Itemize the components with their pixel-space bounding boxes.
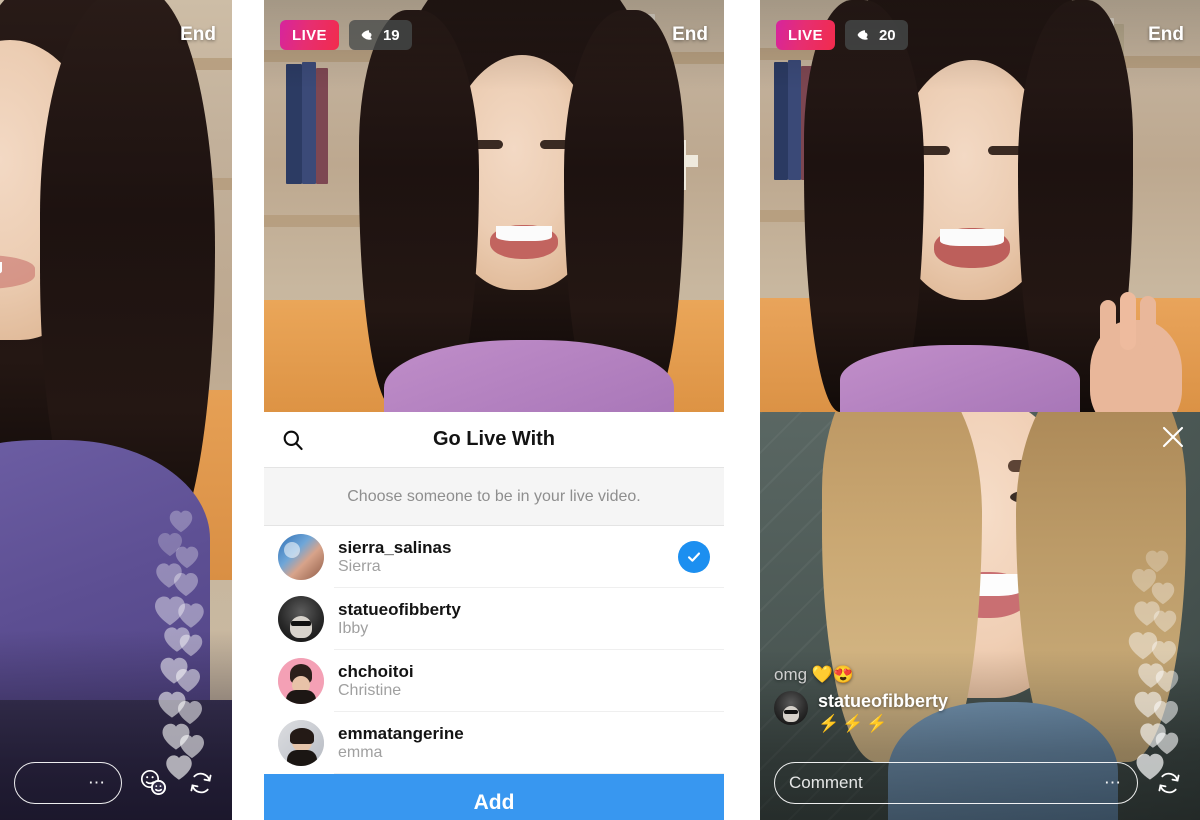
viewer-count: 20: [878, 26, 896, 44]
end-live-button[interactable]: End: [672, 24, 708, 46]
go-live-with-sheet: Go Live With Choose someone to be in you…: [264, 412, 724, 820]
user-text: sierra_salinas Sierra: [338, 538, 451, 577]
viewer-count: 19: [382, 26, 400, 44]
switch-camera-icon[interactable]: [1152, 766, 1186, 800]
composer-right: Comment ⋯: [760, 762, 1200, 820]
eye-icon: [857, 27, 873, 43]
live-panel-right: LIVE 20 End omg �: [760, 0, 1200, 820]
topbar-center: LIVE 19 End: [264, 0, 724, 70]
user-text: emmatangerine emma: [338, 724, 464, 763]
sheet-title: Go Live With: [432, 428, 556, 450]
ellipsis-icon[interactable]: ⋯: [1104, 773, 1123, 793]
viewer-count-pill: 20: [844, 20, 908, 50]
fullname: emma: [338, 743, 383, 761]
live-badge: LIVE: [776, 20, 835, 50]
live-panel-left: End ⋯: [0, 0, 232, 820]
composer-left: ⋯: [0, 762, 232, 820]
user-text: chchoitoi Christine: [338, 662, 414, 701]
guest-user-text: statueofibberty ⚡⚡⚡: [818, 691, 948, 734]
subject-shirt: [840, 345, 1080, 412]
subject-teeth: [940, 229, 1004, 246]
avatar-christine: [278, 658, 324, 704]
finger: [1120, 292, 1136, 350]
guest-user-row: statueofibberty ⚡⚡⚡: [774, 691, 948, 734]
username: statueofibberty: [338, 599, 461, 619]
comment-placeholder: Comment: [789, 773, 863, 792]
comment-text: omg: [774, 665, 808, 684]
avatar-emma: [278, 720, 324, 766]
finger: [1140, 296, 1156, 350]
avatar-ibby: [278, 596, 324, 642]
guest-caption-block: omg 💛😍 statueofibberty ⚡⚡⚡: [774, 665, 948, 734]
switch-camera-icon[interactable]: [184, 766, 218, 800]
user-text: statueofibberty Ibby: [338, 600, 461, 639]
list-item[interactable]: chchoitoi Christine: [264, 650, 724, 712]
fullname: Ibby: [338, 619, 369, 637]
topbar-left: End: [0, 0, 232, 70]
viewer-count-pill: 19: [348, 20, 412, 50]
list-item[interactable]: emmatangerine emma: [264, 712, 724, 774]
username: emmatangerine: [338, 723, 464, 743]
avatar-ibby[interactable]: [774, 691, 808, 725]
live-panel-center: LIVE 19 End Go Live With Choose someone …: [264, 0, 724, 820]
end-live-button[interactable]: End: [1148, 24, 1184, 46]
screenshot-root: End ⋯ LIVE 19 End Go Live With Choose so…: [0, 0, 1200, 820]
sheet-subtitle: Choose someone to be in your live video.: [264, 468, 724, 526]
guest-username: statueofibberty: [818, 691, 949, 711]
list-item[interactable]: sierra_salinas Sierra: [264, 526, 724, 588]
check-icon[interactable]: [678, 541, 710, 573]
finger: [1100, 300, 1116, 350]
close-icon[interactable]: [1160, 424, 1186, 450]
fullname: Christine: [338, 681, 402, 699]
add-button[interactable]: Add: [264, 774, 724, 820]
avatar-sierra: [278, 534, 324, 580]
search-icon[interactable]: [282, 429, 304, 451]
suggested-user-list: sierra_salinas Sierra statueofibberty Ib…: [264, 526, 724, 774]
fullname: Sierra: [338, 557, 381, 575]
sheet-header: Go Live With: [264, 412, 724, 468]
broadcaster-video-left: [0, 0, 232, 820]
username: sierra_salinas: [338, 537, 452, 557]
ellipsis-icon[interactable]: ⋯: [88, 773, 107, 793]
two-faces-icon[interactable]: [136, 766, 170, 800]
subject-teeth: [496, 226, 552, 241]
live-comment: omg 💛😍: [774, 665, 948, 685]
live-badge: LIVE: [280, 20, 339, 50]
end-live-button[interactable]: End: [180, 24, 216, 46]
list-item[interactable]: statueofibberty Ibby: [264, 588, 724, 650]
comment-emoji: 💛😍: [811, 665, 854, 684]
reaction-emoji: ⚡⚡⚡: [818, 714, 891, 733]
topbar-right: LIVE 20 End: [760, 0, 1200, 70]
username: chchoitoi: [338, 661, 414, 681]
comment-input-right[interactable]: Comment ⋯: [774, 762, 1138, 804]
comment-input-left[interactable]: ⋯: [14, 762, 122, 804]
eye-icon: [361, 27, 377, 43]
guest-video: [760, 412, 1200, 820]
